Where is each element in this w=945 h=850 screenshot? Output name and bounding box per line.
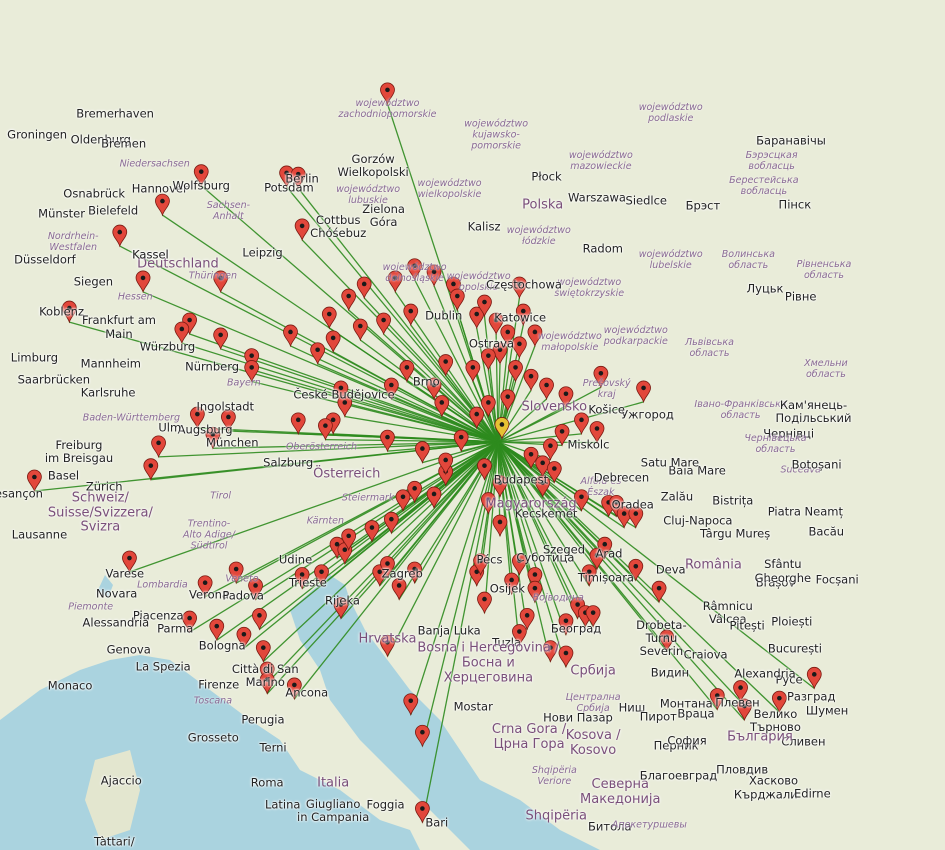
map-canvas[interactable]: Bremerhaven Oldenburg Bremen Niedersachsen O… (0, 0, 945, 850)
map-svg (0, 0, 945, 850)
